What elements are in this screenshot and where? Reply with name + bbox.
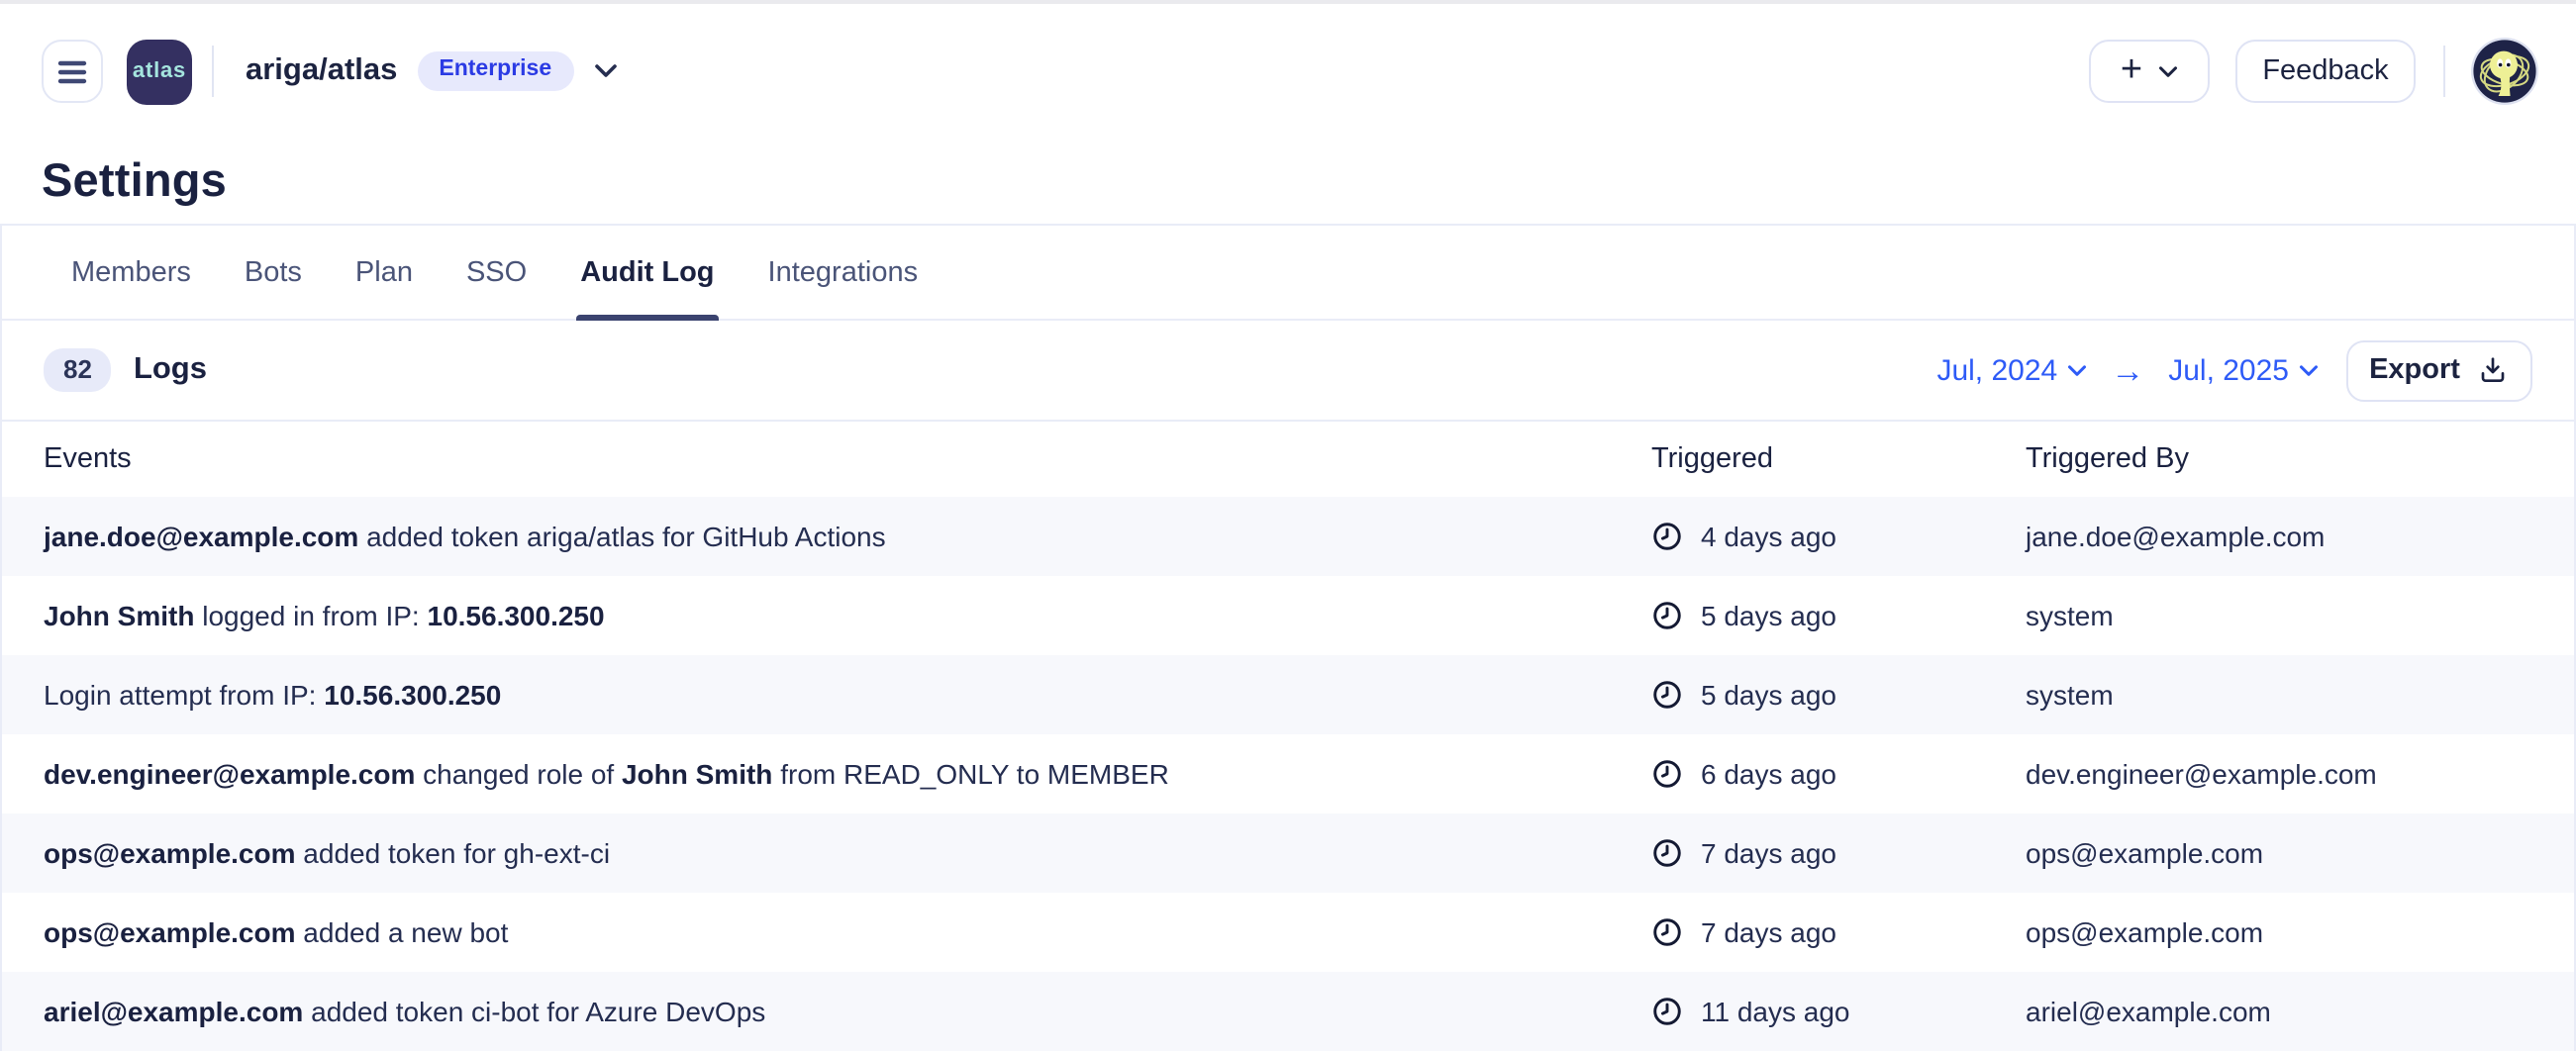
clock-icon	[1651, 916, 1683, 948]
tab-audit-log[interactable]: Audit Log	[576, 226, 718, 319]
tab-list: Members Bots Plan SSO Audit Log Integrations	[2, 226, 2574, 321]
column-header-triggered: Triggered	[1651, 443, 2026, 475]
date-to-dropdown[interactable]: Jul, 2025	[2168, 353, 2319, 387]
hamburger-menu-button[interactable]	[42, 40, 103, 103]
table-row: John Smith logged in from IP: 10.56.300.…	[2, 576, 2574, 655]
triggered-cell: 5 days ago	[1651, 679, 2026, 711]
triggered-cell: 11 days ago	[1651, 996, 2026, 1027]
tab-members[interactable]: Members	[67, 226, 195, 319]
column-header-events: Events	[2, 443, 1651, 475]
triggered-time: 4 days ago	[1701, 521, 1836, 552]
event-cell: John Smith logged in from IP: 10.56.300.…	[2, 600, 1651, 631]
org-name: ariga/atlas	[246, 53, 397, 89]
logs-controls: Jul, 2024 → Jul, 2025 Export	[1936, 339, 2532, 401]
page-title: Settings	[42, 154, 227, 208]
top-bar: atlas ariga/atlas Enterprise + Feedback	[0, 4, 2576, 139]
add-new-button[interactable]: +	[2089, 40, 2210, 103]
tab-sso[interactable]: SSO	[462, 226, 531, 319]
event-cell: ariel@example.com added token ci-bot for…	[2, 996, 1651, 1027]
clock-icon	[1651, 521, 1683, 552]
triggered-by-cell: ops@example.com	[2026, 837, 2574, 869]
download-icon	[2478, 354, 2510, 386]
triggered-time: 5 days ago	[1701, 600, 1836, 631]
topbar-divider	[212, 46, 214, 97]
logs-count-badge: 82	[44, 348, 112, 392]
event-cell: jane.doe@example.com added token ariga/a…	[2, 521, 1651, 552]
clock-icon	[1651, 600, 1683, 631]
export-button[interactable]: Export	[2346, 339, 2532, 401]
settings-card: MembersBotsPlanSSOAudit LogIntegrations …	[0, 224, 2576, 1051]
clock-icon	[1651, 679, 1683, 711]
triggered-cell: 7 days ago	[1651, 837, 2026, 869]
clock-icon	[1651, 837, 1683, 869]
hamburger-icon	[57, 58, 87, 84]
atlas-logo[interactable]: atlas	[127, 39, 192, 104]
logs-title-group: 82 Logs	[44, 348, 207, 392]
plan-badge: Enterprise	[417, 51, 573, 92]
chevron-down-icon	[2299, 363, 2319, 377]
triggered-cell: 6 days ago	[1651, 758, 2026, 790]
triggered-by-cell: ariel@example.com	[2026, 996, 2574, 1027]
table-row: ariel@example.com added token ci-bot for…	[2, 972, 2574, 1051]
app-window: atlas ariga/atlas Enterprise + Feedback	[0, 0, 2576, 1053]
triggered-cell: 4 days ago	[1651, 521, 2026, 552]
triggered-time: 5 days ago	[1701, 679, 1836, 711]
table-row: ops@example.com added token for gh-ext-c…	[2, 814, 2574, 893]
table-row: dev.engineer@example.com changed role of…	[2, 734, 2574, 814]
event-cell: Login attempt from IP: 10.56.300.250	[2, 679, 1651, 711]
clock-icon	[1651, 758, 1683, 790]
triggered-time: 11 days ago	[1701, 996, 1850, 1027]
triggered-by-cell: system	[2026, 600, 2574, 631]
triggered-by-cell: jane.doe@example.com	[2026, 521, 2574, 552]
table-row: ops@example.com added a new bot 7 days a…	[2, 893, 2574, 972]
plus-icon: +	[2121, 50, 2142, 88]
export-label: Export	[2369, 354, 2460, 386]
logs-label: Logs	[134, 352, 207, 388]
chevron-down-icon	[2067, 363, 2087, 377]
table-body: jane.doe@example.com added token ariga/a…	[2, 497, 2574, 1051]
feedback-button[interactable]: Feedback	[2235, 40, 2416, 103]
column-header-triggered-by: Triggered By	[2026, 443, 2574, 475]
table-row: Login attempt from IP: 10.56.300.250 5 d…	[2, 655, 2574, 734]
triggered-time: 6 days ago	[1701, 758, 1836, 790]
org-switcher-chevron[interactable]	[593, 63, 617, 79]
triggered-cell: 5 days ago	[1651, 600, 2026, 631]
triggered-time: 7 days ago	[1701, 916, 1836, 948]
triggered-by-cell: system	[2026, 679, 2574, 711]
page-header: Settings	[0, 139, 2576, 224]
user-avatar[interactable]	[2471, 38, 2538, 105]
topbar-divider	[2443, 46, 2445, 97]
clock-icon	[1651, 996, 1683, 1027]
triggered-by-cell: dev.engineer@example.com	[2026, 758, 2574, 790]
date-from-value: Jul, 2024	[1936, 353, 2057, 387]
event-cell: ops@example.com added token for gh-ext-c…	[2, 837, 1651, 869]
tab-bots[interactable]: Bots	[241, 226, 306, 319]
event-cell: dev.engineer@example.com changed role of…	[2, 758, 1651, 790]
atlas-logo-text: atlas	[133, 59, 186, 83]
tab-integrations[interactable]: Integrations	[764, 226, 923, 319]
triggered-cell: 7 days ago	[1651, 916, 2026, 948]
event-cell: ops@example.com added a new bot	[2, 916, 1651, 948]
arrow-right-icon: →	[2111, 353, 2144, 387]
table-header-row: Events Triggered Triggered By	[2, 422, 2574, 497]
date-to-value: Jul, 2025	[2168, 353, 2289, 387]
chevron-down-icon	[2158, 64, 2178, 78]
avatar-doodle-image	[2471, 38, 2538, 105]
date-from-dropdown[interactable]: Jul, 2024	[1936, 353, 2087, 387]
chevron-down-icon	[593, 63, 617, 79]
table-row: jane.doe@example.com added token ariga/a…	[2, 497, 2574, 576]
triggered-time: 7 days ago	[1701, 837, 1836, 869]
triggered-by-cell: ops@example.com	[2026, 916, 2574, 948]
logs-header: 82 Logs Jul, 2024 → Jul, 2025 Export	[2, 321, 2574, 422]
tab-plan[interactable]: Plan	[351, 226, 417, 319]
